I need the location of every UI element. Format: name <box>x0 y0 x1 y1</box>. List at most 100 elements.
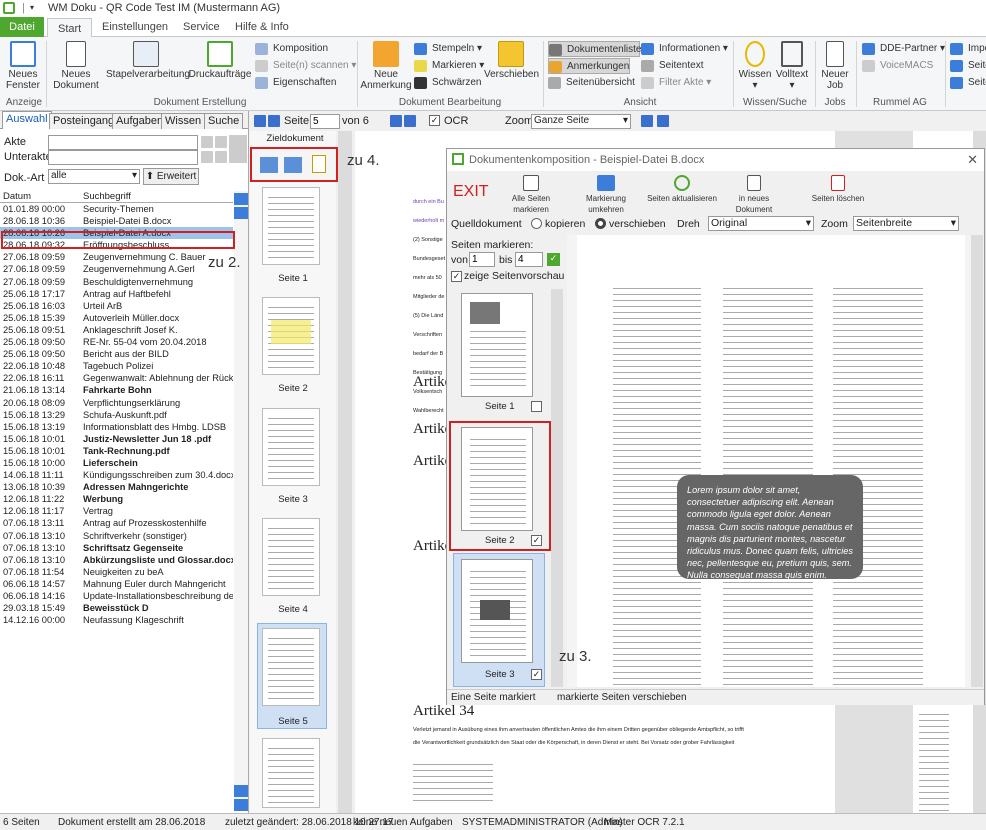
col-datum[interactable]: Datum <box>3 191 31 202</box>
tab-posteingang[interactable]: Posteingang <box>49 113 119 129</box>
table-row[interactable]: 14.06.18 11:11 Kündigungsschreiben zum 30… <box>0 469 233 481</box>
clear-icon[interactable] <box>201 151 213 163</box>
neuer-job-button[interactable]: Neuer Job <box>818 41 852 91</box>
impo-button[interactable]: Impo <box>950 41 986 57</box>
table-row[interactable]: 22.06.18 16:11 Gegenwanwalt: Ablehnung de… <box>0 372 233 384</box>
komposition-button[interactable]: Komposition <box>255 41 328 57</box>
tab-suche[interactable]: Suche <box>204 113 244 129</box>
page-number-field[interactable] <box>310 114 340 129</box>
rotation-select[interactable]: Original ▾ <box>708 216 814 231</box>
seitenuebersicht-toggle[interactable]: Seitenübersicht <box>548 75 635 91</box>
tab-auswahl[interactable]: Auswahl <box>2 111 52 129</box>
unterakte-field[interactable] <box>48 150 198 165</box>
kopieren-radio[interactable] <box>531 218 542 229</box>
table-row[interactable]: 07.06.18 13:11 Antrag auf Prozesskostenhi… <box>0 517 233 529</box>
dialog-zoom-select[interactable]: Seitenbreite ▾ <box>853 216 959 231</box>
scroll-top-icon[interactable] <box>234 193 248 205</box>
vorschau-checkbox[interactable]: ✓ <box>451 271 462 282</box>
scroll-bottom-icon[interactable] <box>234 799 248 811</box>
rotate-left-icon[interactable] <box>641 115 653 127</box>
page-thumb-2[interactable] <box>262 297 320 375</box>
informationen-button[interactable]: Informationen ▾ <box>641 41 728 57</box>
schwaerzen-button[interactable]: Schwärzen <box>414 75 481 91</box>
list-scrollbar[interactable] <box>234 191 248 811</box>
confirm-icon[interactable]: ✓ <box>547 253 560 266</box>
table-row[interactable]: 15.06.18 13:19 Informationsblatt des Hmbg… <box>0 421 233 433</box>
table-row[interactable]: 25.06.18 17:17 Antrag auf Haftbefehl <box>0 288 233 300</box>
dokumentenliste-toggle[interactable]: Dokumentenliste <box>548 41 641 57</box>
neues-dokument-button[interactable]: Neues Dokument <box>50 41 102 91</box>
scroll-up-icon[interactable] <box>234 207 248 219</box>
page-thumb-5[interactable] <box>262 628 320 706</box>
eigenschaften-button[interactable]: Eigenschaften <box>255 75 336 91</box>
preview-page-3[interactable] <box>461 559 533 663</box>
volltext-button[interactable]: Volltext ▾ <box>774 41 810 91</box>
table-row[interactable]: 25.06.18 09:50 Bericht aus der BILD <box>0 348 233 360</box>
alle-seiten-markieren-button[interactable]: Alle Seiten markieren <box>497 175 565 215</box>
tab-start[interactable]: Start <box>47 18 93 38</box>
page-thumb-4[interactable] <box>262 518 320 596</box>
page-thumb-6[interactable] <box>262 738 320 808</box>
table-row[interactable]: 27.06.18 09:59 Beschuldigtenvernehmung <box>0 276 233 288</box>
verschieben-button[interactable]: Verschieben <box>484 41 539 80</box>
search-icon[interactable] <box>215 136 227 148</box>
prev-page-icon[interactable] <box>268 115 280 127</box>
filter-akte-button[interactable]: Filter Akte ▾ <box>641 75 711 91</box>
tab-hilfe[interactable]: Hilfe & Info <box>225 17 299 37</box>
verschieben-radio[interactable] <box>595 218 606 229</box>
table-row[interactable]: 25.06.18 09:51 Anklageschrift Josef K. <box>0 324 233 336</box>
erweitert-button[interactable]: ⬆ Erweitert <box>143 168 199 185</box>
seiten-loeschen-button[interactable]: Seiten löschen <box>803 175 873 204</box>
von-field[interactable] <box>469 252 495 267</box>
anmerkungen-toggle[interactable]: Anmerkungen <box>548 58 630 74</box>
first-page-icon[interactable] <box>254 115 266 127</box>
page1-checkbox[interactable] <box>531 401 542 412</box>
table-row[interactable]: 25.06.18 09:50 RE-Nr. 55-04 vom 20.04.201… <box>0 336 233 348</box>
table-row[interactable]: 27.06.18 09:59 Zeugenvernehmung C. Bauer <box>0 251 233 263</box>
seite-button-1[interactable]: Seite <box>950 58 986 74</box>
table-row[interactable]: 12.06.18 11:17 Vertrag <box>0 505 233 517</box>
col-suchbegriff[interactable]: Suchbegriff <box>83 191 131 202</box>
tab-service[interactable]: Service <box>173 17 230 37</box>
seiten-aktualisieren-button[interactable]: Seiten aktualisieren <box>647 175 717 204</box>
akte-field[interactable] <box>48 135 198 150</box>
dde-partner-button[interactable]: DDE-Partner ▾ <box>862 41 945 57</box>
dialog-scrollbar[interactable] <box>971 235 983 687</box>
table-row[interactable]: 15.06.18 10:00 Lieferschein <box>0 457 233 469</box>
seiten-scannen-button[interactable]: Seite(n) scannen ▾ <box>255 58 356 74</box>
table-row[interactable]: 21.06.18 13:14 Fahrkarte Bohn <box>0 384 233 396</box>
qat-dropdown-icon[interactable]: ▾ <box>30 3 34 12</box>
table-row[interactable]: 20.06.18 08:09 Verpflichtungserklärung <box>0 397 233 409</box>
table-row[interactable]: 06.06.18 14:57 Mahnung Euler durch Mahnge… <box>0 578 233 590</box>
preview-page-1[interactable] <box>461 293 533 397</box>
table-row[interactable]: 07.06.18 11:54 Neuigkeiten zu beA <box>0 566 233 578</box>
in-neues-dokument-button[interactable]: in neues Dokument <box>721 175 787 215</box>
preview-scrollbar[interactable] <box>551 289 563 687</box>
table-row[interactable]: 25.06.18 15:39 Autoverleih Müller.docx <box>0 312 233 324</box>
table-row[interactable]: 25.06.18 16:03 Urteil ArB <box>0 300 233 312</box>
next-page-icon[interactable] <box>390 115 402 127</box>
druckauftraege-button[interactable]: Druckaufträge <box>188 41 252 80</box>
table-row[interactable]: 07.06.18 13:10 Schriftsatz Gegenseite <box>0 542 233 554</box>
table-row[interactable]: 12.06.18 11:22 Werbung <box>0 493 233 505</box>
last-page-icon[interactable] <box>404 115 416 127</box>
tab-aufgaben[interactable]: Aufgaben <box>112 113 168 129</box>
table-row[interactable]: 27.06.18 09:59 Zeugenvernehmung A.Gerl <box>0 263 233 275</box>
tab-datei[interactable]: Datei <box>0 17 44 37</box>
table-row[interactable]: 07.06.18 13:10 Schriftverkehr (sonstiger) <box>0 530 233 542</box>
table-row[interactable]: 15.06.18 10:01 Justiz-Newsletter Jun 18 .… <box>0 433 233 445</box>
neue-anmerkung-button[interactable]: Neue Anmerkung <box>360 41 412 91</box>
table-row[interactable]: 28.06.18 10:36 Beispiel-Datei B.docx <box>0 215 233 227</box>
markieren-button[interactable]: Markieren ▾ <box>414 58 484 74</box>
page3-checkbox[interactable]: ✓ <box>531 669 542 680</box>
clear-icon[interactable] <box>215 151 227 163</box>
page-thumb-1[interactable] <box>262 187 320 265</box>
tools-icon[interactable] <box>229 135 247 163</box>
table-row[interactable]: 15.06.18 13:29 Schufa-Auskunft.pdf <box>0 409 233 421</box>
scroll-down-icon[interactable] <box>234 785 248 797</box>
stapelverarbeitung-button[interactable]: Stapelverarbeitung <box>106 41 190 80</box>
table-row[interactable]: 01.01.89 00:00 Security-Themen <box>0 203 233 215</box>
wissen-button[interactable]: Wissen ▾ <box>737 41 773 91</box>
table-row[interactable]: 29.03.18 15:49 Beweisstück D <box>0 602 233 614</box>
thumb-scrollbar[interactable] <box>338 131 352 813</box>
